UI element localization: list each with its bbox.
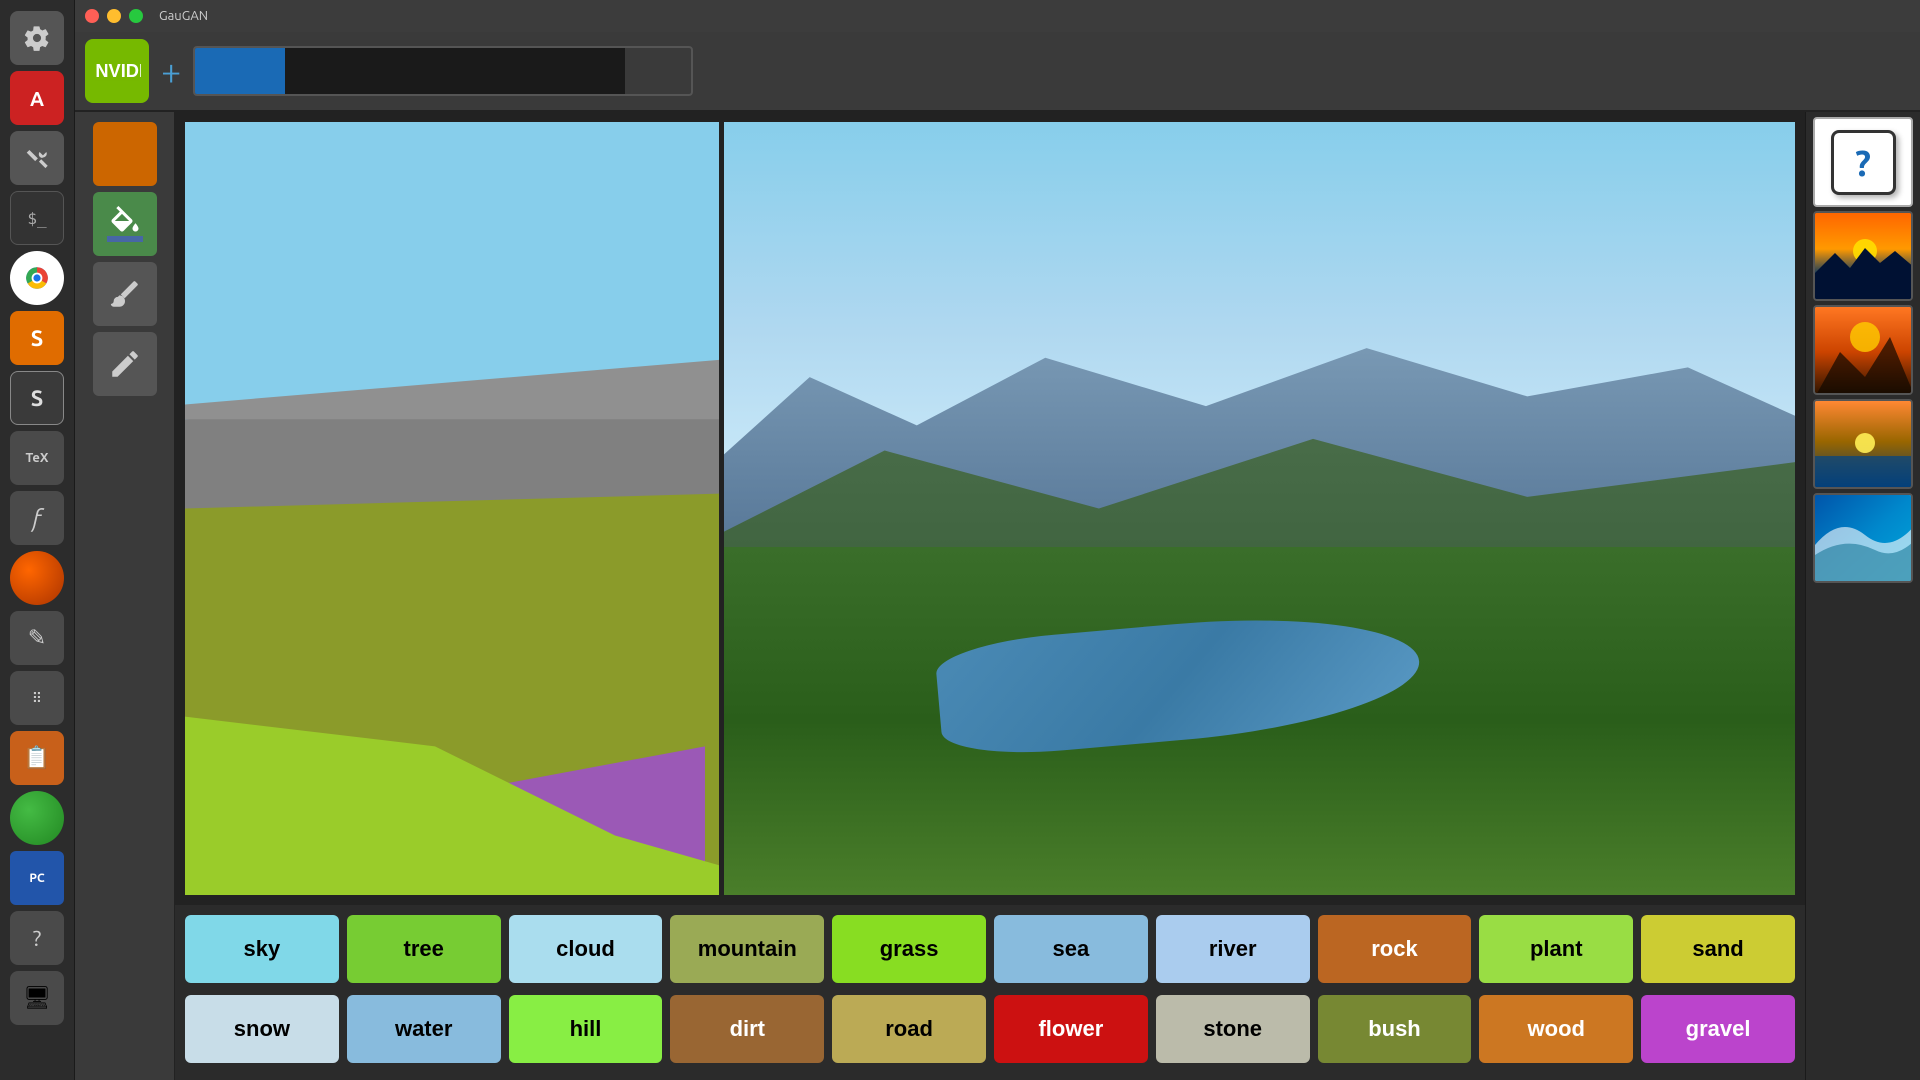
thumbnail-4[interactable] bbox=[1813, 493, 1913, 583]
main-area: GauGAN NVIDIA + bbox=[75, 0, 1920, 1080]
label-river[interactable]: river bbox=[1156, 915, 1310, 983]
label-cloud[interactable]: cloud bbox=[509, 915, 663, 983]
taskbar-file[interactable]: 📋 bbox=[10, 731, 64, 785]
label-dirt[interactable]: dirt bbox=[670, 995, 824, 1063]
label-sky[interactable]: sky bbox=[185, 915, 339, 983]
labels-row-1: skytreecloudmountaingrassseariverrockpla… bbox=[185, 913, 1795, 985]
segmentation-svg bbox=[185, 122, 719, 895]
taskbar-tex[interactable]: TeX bbox=[10, 431, 64, 485]
labels-row-2: snowwaterhilldirtroadflowerstonebushwood… bbox=[185, 993, 1795, 1065]
label-wood[interactable]: wood bbox=[1479, 995, 1633, 1063]
label-tree[interactable]: tree bbox=[347, 915, 501, 983]
taskbar-sublime[interactable]: S bbox=[10, 311, 64, 365]
taskbar-dots[interactable]: ⠿ bbox=[10, 671, 64, 725]
labels-panel: skytreecloudmountaingrassseariverrockpla… bbox=[175, 905, 1805, 1080]
canvas-area: skytreecloudmountaingrassseariverrockpla… bbox=[175, 112, 1805, 1080]
label-mountain[interactable]: mountain bbox=[670, 915, 824, 983]
dice-icon: ? bbox=[1831, 130, 1896, 195]
minimize-button[interactable] bbox=[107, 9, 121, 23]
thumbnail-random[interactable]: ? bbox=[1813, 117, 1913, 207]
label-grass[interactable]: grass bbox=[832, 915, 986, 983]
content-area: skytreecloudmountaingrassseariverrockpla… bbox=[75, 112, 1920, 1080]
generated-canvas bbox=[724, 122, 1795, 895]
color-swatch[interactable] bbox=[93, 122, 157, 186]
taskbar-settings[interactable] bbox=[10, 11, 64, 65]
taskbar-sphere[interactable] bbox=[10, 551, 64, 605]
brush-tool[interactable] bbox=[93, 262, 157, 326]
nvidia-logo: NVIDIA bbox=[85, 39, 149, 103]
label-gravel[interactable]: gravel bbox=[1641, 995, 1795, 1063]
taskbar-vpn[interactable] bbox=[10, 791, 64, 845]
label-rock[interactable]: rock bbox=[1318, 915, 1472, 983]
label-flower[interactable]: flower bbox=[994, 995, 1148, 1063]
taskbar-sublime2[interactable]: S bbox=[10, 371, 64, 425]
label-sea[interactable]: sea bbox=[994, 915, 1148, 983]
toolbar-bar bbox=[193, 46, 693, 96]
taskbar-font-manager[interactable]: A bbox=[10, 71, 64, 125]
taskbar-question[interactable]: ? bbox=[10, 911, 64, 965]
toolbar: NVIDIA + bbox=[75, 32, 1920, 112]
label-bush[interactable]: bush bbox=[1318, 995, 1472, 1063]
taskbar: A $_ S S TeX f ✎ ⠿ 📋 bbox=[0, 0, 75, 1080]
label-plant[interactable]: plant bbox=[1479, 915, 1633, 983]
taskbar-settings2[interactable] bbox=[10, 131, 64, 185]
label-hill[interactable]: hill bbox=[509, 995, 663, 1063]
thumbnails-panel: ? bbox=[1805, 112, 1920, 1080]
label-snow[interactable]: snow bbox=[185, 995, 339, 1063]
thumbnail-1[interactable] bbox=[1813, 211, 1913, 301]
pencil-tool[interactable] bbox=[93, 332, 157, 396]
add-button[interactable]: + bbox=[161, 53, 181, 89]
canvases bbox=[175, 112, 1805, 905]
label-stone[interactable]: stone bbox=[1156, 995, 1310, 1063]
thumbnail-3[interactable] bbox=[1813, 399, 1913, 489]
drawing-tools bbox=[75, 112, 175, 1080]
svg-text:NVIDIA: NVIDIA bbox=[95, 60, 141, 81]
title-bar: GauGAN bbox=[75, 0, 1920, 32]
label-water[interactable]: water bbox=[347, 995, 501, 1063]
segmentation-canvas[interactable] bbox=[185, 122, 719, 895]
fill-tool[interactable] bbox=[93, 192, 157, 256]
taskbar-pc[interactable]: PC bbox=[10, 851, 64, 905]
taskbar-pencil[interactable]: ✎ bbox=[10, 611, 64, 665]
taskbar-font[interactable]: f bbox=[10, 491, 64, 545]
close-button[interactable] bbox=[85, 9, 99, 23]
taskbar-chrome[interactable] bbox=[10, 251, 64, 305]
taskbar-terminal[interactable]: $_ bbox=[10, 191, 64, 245]
label-sand[interactable]: sand bbox=[1641, 915, 1795, 983]
taskbar-monitor[interactable]: 🖥 bbox=[10, 971, 64, 1025]
toolbar-dark-seg bbox=[285, 48, 625, 94]
toolbar-blue-seg bbox=[195, 48, 285, 94]
thumbnail-2[interactable] bbox=[1813, 305, 1913, 395]
label-road[interactable]: road bbox=[832, 995, 986, 1063]
app-title: GauGAN bbox=[159, 9, 208, 23]
maximize-button[interactable] bbox=[129, 9, 143, 23]
